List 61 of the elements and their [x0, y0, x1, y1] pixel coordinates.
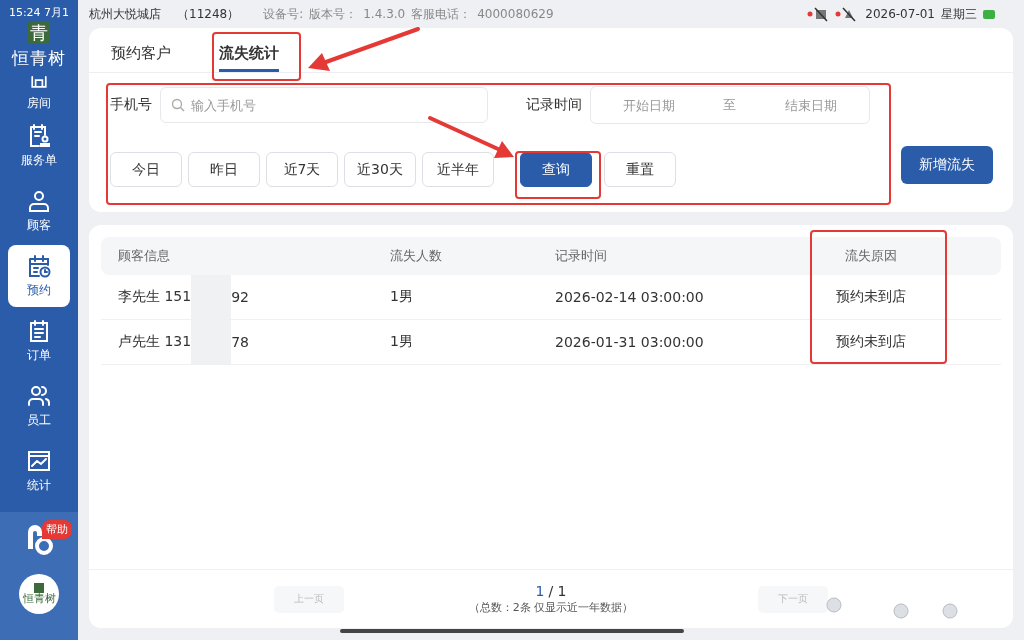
bell-off-icon: [835, 6, 858, 22]
version-number: 1.4.3.0: [363, 7, 406, 21]
reset-button[interactable]: 重置: [604, 152, 676, 187]
table-cell-text: 1男: [389, 288, 414, 306]
person-icon: [26, 188, 52, 214]
people-icon: [26, 383, 52, 409]
search-icon: [171, 98, 185, 112]
store-logo: 恒青树: [19, 574, 59, 614]
floating-dot: [826, 597, 842, 613]
device-label: 设备号:: [263, 5, 304, 23]
table-cell-text: 2026-02-14 03:00:00: [554, 289, 705, 305]
status-weekday: 星期三: [941, 5, 977, 23]
logo-mark: 青: [28, 22, 50, 44]
nav-item[interactable]: 统计: [8, 440, 70, 502]
help-badge[interactable]: 帮助: [42, 520, 72, 539]
table-cell-text: 预约未到店: [835, 288, 907, 306]
version-label: 版本号：: [309, 5, 358, 23]
table-cell-text: 2026-01-31 03:00:00: [554, 334, 705, 350]
date-preset-button[interactable]: 近30天: [344, 152, 416, 187]
column-header: 记录时间: [554, 247, 608, 265]
query-button[interactable]: 查询: [520, 152, 592, 187]
battery-icon: [983, 9, 995, 19]
total-summary: （总数：2条 仅显示近一年数据）: [468, 600, 634, 615]
date-preset-button[interactable]: 今日: [110, 152, 182, 187]
calendar-icon: [26, 253, 52, 279]
hotline-label: 客服电话：: [411, 5, 472, 23]
customer-cell: 卢先生 131 78: [101, 320, 373, 364]
hotline-number: 4000080629: [477, 7, 554, 21]
store-name: 杭州大悦城店: [89, 5, 161, 23]
customer-cell: 李先生 151 92: [101, 275, 373, 319]
nav-item[interactable]: 房间: [8, 70, 70, 112]
table-cell-text: 1男: [389, 333, 414, 351]
brand-name: 恒青树: [12, 47, 66, 70]
phone-input[interactable]: 输入手机号: [160, 87, 488, 123]
nav-item[interactable]: 订单: [8, 310, 70, 372]
phone-label: 手机号: [110, 96, 152, 114]
printer-off-icon: [807, 6, 830, 22]
nav-item[interactable]: 预约: [8, 245, 70, 307]
record-time-label: 记录时间: [526, 96, 582, 114]
range-separator: 至: [723, 96, 737, 114]
nav-item[interactable]: 员工: [8, 375, 70, 437]
status-date: 2026-07-01: [865, 7, 935, 21]
table-cell-text: 预约未到店: [835, 333, 907, 351]
tab[interactable]: 预约客户: [111, 28, 171, 72]
date-preset-button[interactable]: 昨日: [188, 152, 260, 187]
date-preset-button[interactable]: 近半年: [422, 152, 494, 187]
tab[interactable]: 流失统计: [219, 28, 279, 72]
date-preset-button[interactable]: 近7天: [266, 152, 338, 187]
floating-dot: [893, 603, 909, 619]
current-page: 1: [535, 583, 545, 599]
column-header: 流失人数: [389, 247, 443, 265]
column-header: 顾客信息: [117, 247, 171, 265]
add-churn-button[interactable]: 新增流失: [901, 146, 993, 184]
chart-icon: [26, 448, 52, 474]
store-id: （11248）: [177, 5, 240, 23]
floating-dot: [942, 603, 958, 619]
nav-item[interactable]: 顾客: [8, 180, 70, 242]
nav-item[interactable]: 服务单: [8, 115, 70, 177]
column-header: 流失原因: [844, 247, 898, 265]
status-time: 15:24 7月1: [8, 5, 70, 20]
page-total: / 1: [548, 583, 567, 599]
